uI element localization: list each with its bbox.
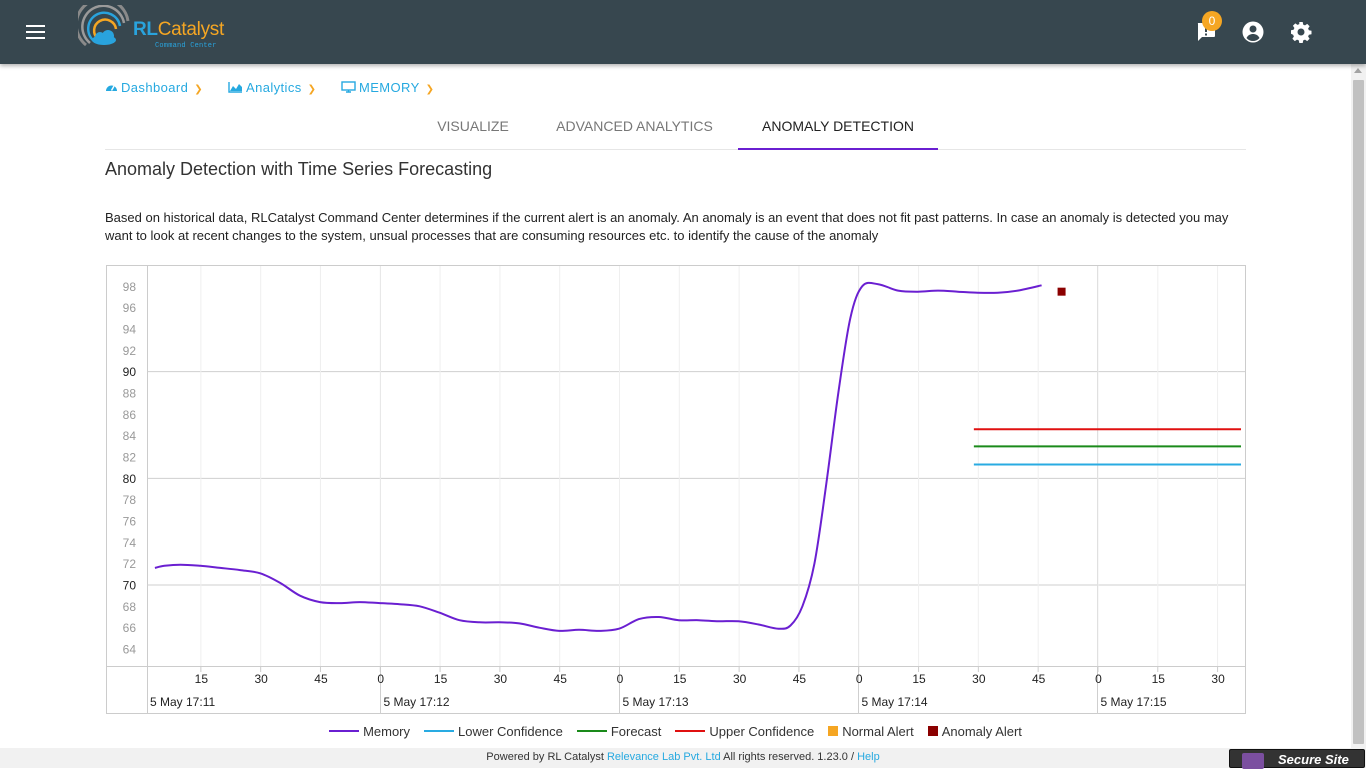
y-tick-label: 80 [123,472,137,486]
y-tick-label: 82 [123,451,137,465]
legend-label: Memory [363,724,411,739]
x-minor-tick-label: 45 [314,672,328,686]
legend-label: Lower Confidence [458,724,563,739]
x-major-tick-label: 5 May 17:14 [862,695,928,709]
y-tick-label: 78 [123,493,137,507]
x-minor-tick-label: 30 [494,672,508,686]
breadcrumb-dashboard[interactable]: Dashboard ❯ [105,80,203,95]
menu-icon[interactable] [24,20,48,44]
monitor-icon [341,81,356,93]
y-tick-label: 98 [123,280,137,294]
x-minor-tick-label: 0 [1095,672,1102,686]
footer-powered-by: Powered by RL Catalyst [486,751,604,763]
legend-item-normal-alert[interactable]: Normal Alert [828,724,914,739]
y-tick-label: 72 [123,557,137,571]
analytics-tabs: VISUALIZE ADVANCED ANALYTICS ANOMALY DET… [105,104,1246,150]
legend-item-upper-confidence[interactable]: Upper Confidence [675,724,814,739]
x-major-tick-label: 5 May 17:15 [1101,695,1167,709]
footer: Powered by RL Catalyst Relevance Lab Pvt… [0,748,1366,768]
y-tick-label: 90 [123,365,137,379]
legend-swatch [927,726,938,736]
x-minor-tick-label: 45 [793,672,807,686]
x-minor-tick-label: 15 [912,672,926,686]
legend-item-memory[interactable]: Memory [329,724,410,739]
x-minor-tick-label: 15 [434,672,448,686]
tab-visualize[interactable]: VISUALIZE [416,104,530,150]
x-minor-tick-label: 0 [856,672,863,686]
page-title: Anomaly Detection with Time Series Forec… [105,159,493,179]
y-tick-label: 84 [123,429,137,443]
section-description: Based on historical data, RLCatalyst Com… [105,210,1229,243]
breadcrumb-memory[interactable]: MEMORY ❯ [341,80,434,95]
logo-tagline: Command Center [155,42,217,50]
x-minor-tick-label: 30 [254,672,268,686]
footer-help-link[interactable]: Help [857,751,880,763]
settings-gear-icon[interactable] [1289,20,1313,44]
y-tick-label: 94 [123,323,137,337]
rlcatalyst-logo[interactable]: RLCatalyst Command Center [74,0,224,59]
x-minor-tick-label: 30 [733,672,747,686]
x-minor-tick-label: 45 [1032,672,1046,686]
legend-item-lower-confidence[interactable]: Lower Confidence [424,724,563,739]
dashboard-icon [106,85,117,91]
y-tick-label: 74 [123,536,137,550]
legend-item-forecast[interactable]: Forecast [576,724,662,739]
breadcrumb-analytics[interactable]: Analytics ❯ [228,80,316,95]
legend-label: Upper Confidence [709,724,815,739]
legend-item-anomaly-alert[interactable]: Anomaly Alert [927,724,1022,739]
secure-site-seal[interactable]: Secure Site [1229,749,1365,769]
legend-label: Normal Alert [842,724,914,739]
x-minor-tick-label: 15 [1152,672,1166,686]
top-app-bar: RLCatalyst Command Center 0 [0,0,1366,64]
y-tick-label: 70 [123,579,137,593]
anomaly-alert-marker [1057,287,1066,296]
tab-advanced-analytics[interactable]: ADVANCED ANALYTICS [538,104,731,150]
logo-wordmark: RLCatalyst [133,19,224,40]
x-minor-tick-label: 15 [673,672,687,686]
legend-swatch [828,726,839,736]
legend-swatch [675,730,706,732]
y-tick-label: 92 [123,344,137,358]
x-minor-tick-label: 0 [377,672,384,686]
y-tick-label: 64 [123,643,137,657]
legend-label: Forecast [610,724,662,739]
secure-lock-icon [1242,753,1264,769]
y-tick-label: 96 [123,301,137,315]
x-major-tick-label: 5 May 17:13 [623,695,689,709]
x-minor-tick-label: 45 [554,672,568,686]
chart-legend: Memory Lower Confidence Forecast Upper Conf… [0,724,1351,742]
notification-count-badge: 0 [1202,11,1222,31]
x-minor-tick-label: 15 [195,672,209,686]
tab-anomaly-detection[interactable]: ANOMALY DETECTION [738,104,938,150]
legend-swatch [329,730,360,732]
y-tick-label: 86 [123,408,137,422]
x-minor-tick-label: 30 [972,672,986,686]
legend-swatch [576,730,607,732]
x-minor-tick-label: 30 [1211,672,1225,686]
logo-swirl-icon [74,0,130,47]
x-major-tick-label: 5 May 17:12 [384,695,450,709]
chart-frame [106,265,1246,714]
legend-label: Anomaly Alert [941,724,1022,739]
footer-company-link[interactable]: Relevance Lab Pvt. Ltd [607,751,721,763]
x-major-tick-label: 5 May 17:11 [150,695,215,709]
anomaly-chart[interactable]: 64 66 68 70 72 74 76 78 80 82 84 86 88 90 92 94 96 98 5 Ma… [106,265,1246,714]
scroll-up-arrow-icon[interactable] [1354,68,1362,73]
legend-swatch [424,730,455,732]
y-tick-label: 88 [123,387,137,401]
y-tick-label: 76 [123,515,137,529]
x-minor-tick-label: 0 [617,672,624,686]
scrollbar-thumb[interactable] [1353,80,1364,744]
y-tick-label: 66 [123,621,137,635]
account-icon[interactable] [1241,20,1265,44]
footer-rights: All rights reserved. 1.23.0 / [723,751,854,763]
y-tick-label: 68 [123,600,137,614]
area-chart-icon [228,82,242,93]
